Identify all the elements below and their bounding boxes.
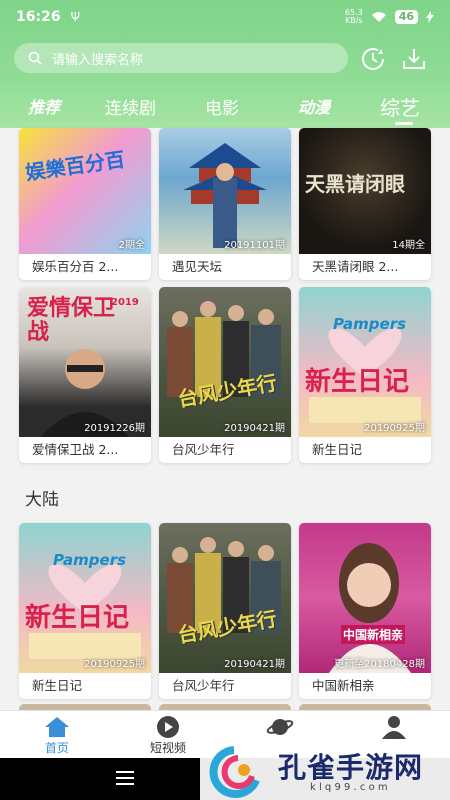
- nav-short-video[interactable]: 短视频: [128, 711, 208, 759]
- poster-title: 天黑请闭眼: [305, 172, 405, 196]
- episode-badge: 2期全: [118, 240, 145, 251]
- nav-home[interactable]: 首页: [17, 711, 97, 759]
- watermark-text: 孔雀手游网: [278, 751, 424, 784]
- history-icon[interactable]: [359, 45, 387, 73]
- watermark: 孔雀手游网 k l q 9 9 . c o m: [200, 740, 450, 800]
- episode-badge: 20190421期: [224, 659, 285, 670]
- battery-level: 46: [394, 10, 418, 24]
- card-title: 新生日记: [32, 678, 83, 693]
- episode-badge: 20191101期: [224, 240, 285, 251]
- video-card[interactable]: 娱樂百分百 2期全 娱乐百分百 2...: [19, 128, 151, 280]
- episode-badge: 14期全: [392, 240, 425, 251]
- search-placeholder: 请输入搜索名称: [52, 52, 144, 68]
- status-time: 16:26: [16, 9, 61, 25]
- net-speed: 65.3 KB/s: [344, 8, 363, 25]
- poster-image: 中国新相亲 更新至20180428期: [299, 523, 431, 673]
- section-title: 大陆: [25, 490, 59, 510]
- planet-icon: [266, 719, 294, 735]
- status-bar: 16:26 Ψ 65.3 KB/s 46: [0, 0, 450, 34]
- poster-title: 娱樂百分百: [24, 147, 127, 185]
- poster-image: 爱情保卫战 2019 20191226期: [19, 287, 151, 437]
- usb-icon: Ψ: [70, 10, 81, 24]
- poster-image: Pampers 新生日记 20190925期: [19, 523, 151, 673]
- episode-badge: 20191226期: [84, 423, 145, 434]
- poster-title: 新生日记: [25, 603, 130, 633]
- home-icon: [45, 717, 69, 737]
- user-icon: [382, 716, 406, 739]
- tab-series[interactable]: 连续剧: [105, 94, 156, 119]
- tab-indicator: [395, 122, 413, 125]
- poster-image: 天黑请闭眼 14期全: [299, 128, 431, 254]
- poster-title: 新生日记: [305, 367, 410, 397]
- wifi-icon: [371, 12, 386, 22]
- search-input[interactable]: 请输入搜索名称: [14, 43, 348, 73]
- card-title: 娱乐百分百 2...: [32, 259, 119, 274]
- peacock-logo-icon: [209, 746, 260, 798]
- video-card[interactable]: 20191101期 遇见天坛: [159, 128, 291, 280]
- video-card[interactable]: 台风少年行 20190421期 台风少年行: [159, 523, 291, 699]
- search-icon: [28, 51, 42, 65]
- card-title: 遇见天坛: [172, 259, 223, 274]
- episode-badge: 20190421期: [224, 423, 285, 434]
- tab-anime[interactable]: 动漫: [298, 94, 330, 118]
- poster-image: 台风少年行 20190421期: [159, 523, 291, 673]
- video-card[interactable]: 爱情保卫战 2019 20191226期 爱情保卫战 2...: [19, 287, 151, 463]
- menu-icon[interactable]: [116, 771, 134, 785]
- download-icon[interactable]: [401, 46, 427, 72]
- card-title: 中国新相亲: [312, 678, 375, 693]
- episode-badge: 20190925期: [84, 659, 145, 670]
- watermark-url: k l q 9 9 . c o m: [310, 782, 388, 793]
- card-title: 台风少年行: [172, 678, 235, 693]
- episode-badge: 更新至20180428期: [334, 659, 425, 670]
- poster-image: 台风少年行 20190421期: [159, 287, 291, 437]
- poster-image: 娱樂百分百 2期全: [19, 128, 151, 254]
- tab-recommend[interactable]: 推荐: [28, 94, 60, 118]
- video-card[interactable]: Pampers 新生日记 20190925期 新生日记: [19, 523, 151, 699]
- poster-title: 中国新相亲: [341, 625, 406, 644]
- category-tabs: 推荐 连续剧 电影 动漫 综艺: [0, 90, 450, 126]
- video-card[interactable]: Pampers 新生日记 20190925期 新生日记: [299, 287, 431, 463]
- poster-image: 20191101期: [159, 128, 291, 254]
- card-title: 天黑请闭眼 2...: [312, 259, 399, 274]
- brand-logo: Pampers: [333, 315, 407, 333]
- episode-badge: 20190925期: [364, 423, 425, 434]
- poster-image: Pampers 新生日记 20190925期: [299, 287, 431, 437]
- lightning-icon: [426, 11, 434, 23]
- brand-logo: Pampers: [53, 551, 127, 569]
- card-title: 台风少年行: [172, 442, 235, 457]
- tab-movie[interactable]: 电影: [205, 94, 239, 119]
- play-icon: [157, 716, 179, 738]
- card-title: 爱情保卫战 2...: [32, 442, 119, 457]
- video-card[interactable]: 天黑请闭眼 14期全 天黑请闭眼 2...: [299, 128, 431, 280]
- video-card[interactable]: 中国新相亲 更新至20180428期 中国新相亲: [299, 523, 431, 699]
- video-card[interactable]: 台风少年行 20190421期 台风少年行: [159, 287, 291, 463]
- nav-home-label: 首页: [44, 741, 69, 755]
- card-title: 新生日记: [312, 442, 363, 457]
- tab-variety[interactable]: 综艺: [380, 92, 420, 121]
- header: 16:26 Ψ 65.3 KB/s 46 请输入搜索名称 推荐 连续剧 电影 动…: [0, 0, 450, 128]
- nav-short-video-label: 短视频: [149, 741, 186, 755]
